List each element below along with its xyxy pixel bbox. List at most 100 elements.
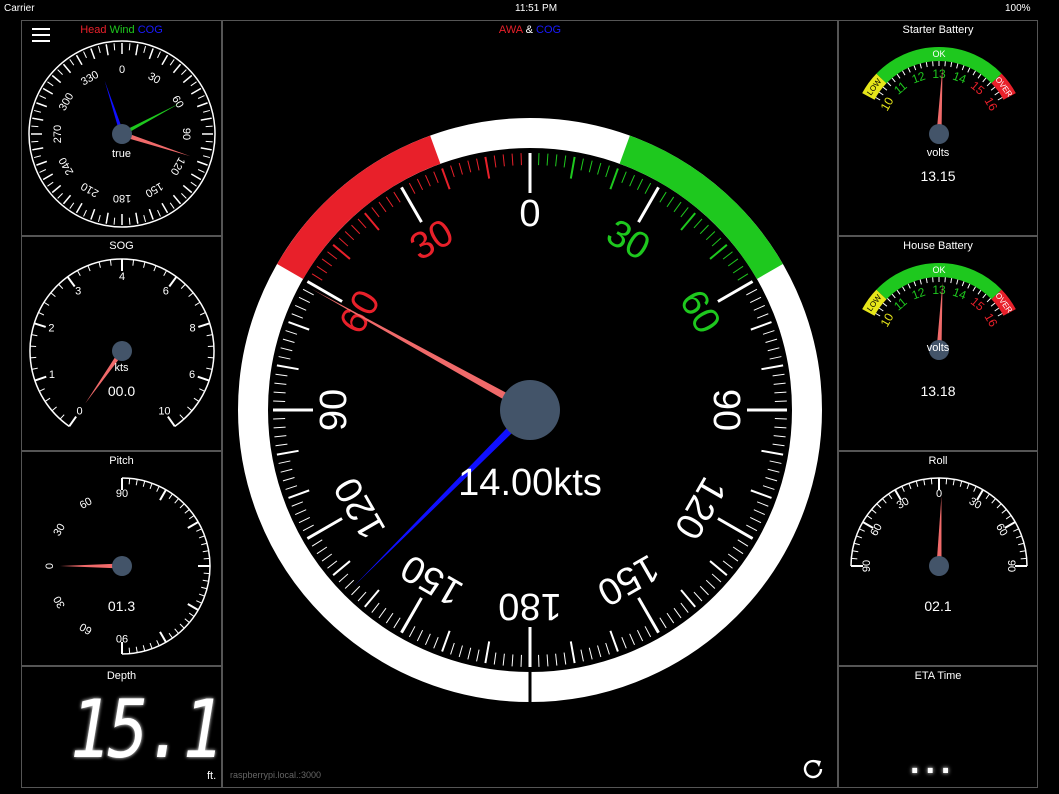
main-tick	[773, 382, 786, 385]
main-label: 90	[705, 389, 747, 431]
battery-tick	[986, 298, 991, 303]
main-tick	[502, 653, 505, 666]
main-tick	[385, 196, 394, 208]
ok-label: OK	[932, 49, 945, 59]
battery-tick	[925, 62, 928, 68]
main-label: 150	[394, 546, 470, 614]
main-tick	[275, 373, 288, 377]
main-label: 180	[498, 585, 561, 627]
battery-tick	[875, 97, 881, 101]
main-tick	[563, 155, 567, 168]
refresh-icon[interactable]	[800, 756, 826, 782]
main-tick	[274, 382, 287, 385]
main-tick	[588, 160, 593, 173]
main-tick	[769, 356, 782, 360]
roll-tick	[930, 478, 933, 485]
main-tick	[709, 560, 728, 576]
main-major-tick	[717, 280, 754, 303]
battery-tick	[956, 63, 959, 69]
main-tick	[774, 426, 787, 429]
battery-tick	[997, 313, 1003, 317]
battery-tick	[982, 77, 987, 83]
battery-label: 10	[878, 310, 897, 329]
main-tick	[351, 224, 361, 235]
main-tick	[773, 435, 786, 438]
roll-label: 60	[993, 522, 1010, 539]
battery-tick	[913, 65, 917, 71]
roll-tick	[882, 498, 887, 504]
main-major-tick	[637, 186, 660, 223]
main-tick	[693, 591, 703, 602]
roll-tick	[859, 528, 865, 532]
battery-tick	[882, 302, 888, 307]
main-tick	[493, 155, 497, 168]
main-tick	[563, 652, 567, 665]
main-tick	[484, 641, 491, 664]
main-tick	[288, 489, 310, 499]
main-tick	[746, 288, 758, 296]
house-value: 13.18	[920, 383, 956, 399]
roll-tick	[856, 535, 863, 539]
main-tick	[769, 460, 782, 464]
battery-tick	[990, 86, 996, 91]
battery-tick	[891, 293, 896, 299]
roll-panel[interactable]: Roll 90 60 30 0 30 60 90 02.1	[838, 451, 1038, 666]
main-tick	[316, 546, 328, 555]
main-tick	[711, 573, 722, 583]
battery-label: 11	[891, 78, 910, 97]
main-tick	[636, 178, 644, 191]
main-tick	[450, 642, 455, 655]
main-tick	[765, 477, 778, 482]
main-tick	[416, 629, 424, 642]
battery-tick	[994, 307, 1000, 312]
main-tick	[749, 516, 762, 524]
main-tick	[493, 652, 497, 665]
main-tick	[753, 509, 765, 515]
main-tick	[502, 154, 505, 167]
roll-tick	[952, 479, 955, 486]
main-tick	[338, 573, 349, 583]
battery-label: 13	[932, 67, 946, 81]
main-tick	[511, 654, 514, 667]
roll-needle	[936, 496, 942, 567]
roll-tick	[1020, 557, 1027, 560]
main-tick	[298, 516, 311, 524]
roll-label: 30	[967, 495, 984, 512]
starter-battery-panel[interactable]: Starter Battery OK LOW OVER 10 11 12 13 14 15 16 …	[838, 20, 1038, 236]
roll-tick	[1018, 542, 1025, 546]
main-tick	[680, 602, 689, 613]
main-tick	[666, 612, 675, 624]
battery-tick	[913, 281, 917, 287]
main-tick	[644, 626, 652, 638]
roll-tick	[866, 515, 873, 520]
main-tick	[433, 171, 439, 184]
roll-label: 90	[861, 560, 873, 572]
main-major-tick	[306, 280, 343, 303]
main-tick	[709, 244, 728, 260]
main-tick	[737, 273, 749, 281]
main-tick	[332, 244, 351, 260]
main-tick	[511, 153, 514, 166]
main-tick	[338, 237, 349, 247]
main-tick	[371, 602, 380, 613]
main-label: 90	[313, 389, 355, 431]
main-tick	[393, 191, 401, 203]
battery-tick	[891, 77, 896, 83]
main-tick	[762, 485, 775, 490]
main-tick	[673, 201, 682, 213]
boat-speed: 14.00kts	[458, 462, 602, 504]
main-tick	[302, 288, 314, 296]
battery-label: 10	[878, 94, 897, 113]
main-tick	[737, 539, 749, 547]
main-tick	[276, 364, 299, 371]
roll-tick	[996, 503, 1002, 509]
main-tick	[275, 443, 288, 447]
main-tick	[659, 617, 667, 629]
battery-tick	[896, 73, 901, 79]
battery-label: 16	[982, 95, 1001, 114]
house-battery-panel[interactable]: House Battery OK LOW OVER 10 11 12 13 14 15 16 vo…	[838, 236, 1038, 451]
main-tick	[555, 154, 558, 167]
main-tick	[680, 207, 689, 218]
main-tick	[588, 647, 593, 660]
roll-tick	[876, 503, 882, 509]
